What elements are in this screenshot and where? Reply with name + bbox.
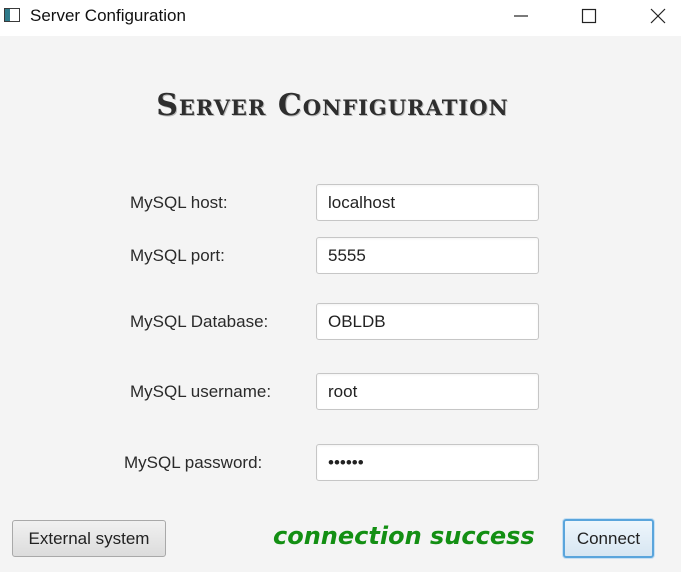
- database-label: MySQL Database:: [130, 312, 269, 331]
- minimize-button[interactable]: [498, 0, 544, 32]
- username-label: MySQL username:: [130, 382, 272, 401]
- password-input[interactable]: [316, 444, 539, 481]
- host-input[interactable]: [316, 184, 539, 221]
- close-icon: [650, 8, 666, 24]
- connect-button[interactable]: Connect: [563, 519, 654, 558]
- close-button[interactable]: [635, 0, 681, 32]
- database-input[interactable]: [316, 303, 539, 340]
- external-system-button[interactable]: External system: [12, 520, 166, 557]
- username-input[interactable]: [316, 373, 539, 410]
- maximize-icon: [581, 8, 597, 24]
- minimize-icon: [514, 15, 528, 17]
- window-title: Server Configuration: [30, 6, 186, 25]
- maximize-button[interactable]: [566, 0, 612, 32]
- port-input[interactable]: [316, 237, 539, 274]
- status-message: connection success: [273, 522, 535, 550]
- page-title: Server Configuration: [156, 88, 509, 123]
- port-label: MySQL port:: [130, 246, 225, 265]
- app-icon: [4, 8, 20, 22]
- password-label: MySQL password:: [124, 453, 263, 472]
- title-bar: Server Configuration: [0, 0, 681, 36]
- host-label: MySQL host:: [130, 193, 228, 212]
